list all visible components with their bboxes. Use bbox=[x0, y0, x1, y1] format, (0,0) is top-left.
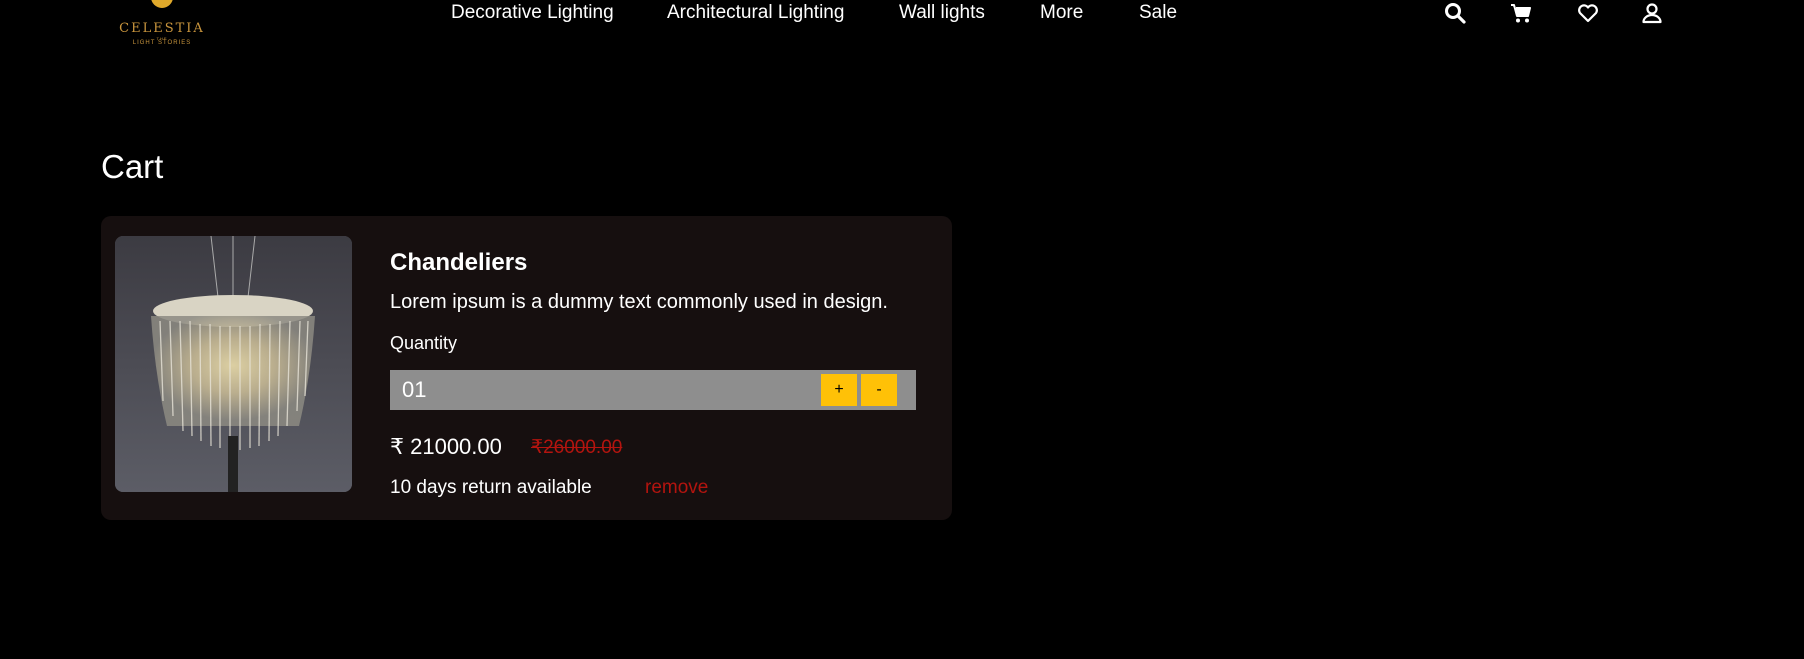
remove-item-link[interactable]: remove bbox=[645, 477, 708, 499]
brand-logo[interactable]: CELESTIA THE LIGHT STORIES bbox=[118, 0, 206, 54]
nav-item-more[interactable]: More bbox=[1040, 2, 1083, 24]
current-price: ₹ 21000.00 bbox=[390, 434, 502, 459]
quantity-increase-button[interactable]: + bbox=[821, 374, 857, 406]
logo-tagline-bottom: LIGHT STORIES bbox=[132, 40, 192, 46]
search-icon[interactable] bbox=[1443, 1, 1467, 25]
product-description: Lorem ipsum is a dummy text commonly use… bbox=[390, 291, 888, 313]
quantity-value[interactable]: 01 bbox=[402, 377, 426, 403]
nav-item-decorative-lighting[interactable]: Decorative Lighting bbox=[451, 2, 614, 24]
product-name: Chandeliers bbox=[390, 249, 528, 276]
return-policy-text: 10 days return available bbox=[390, 477, 592, 498]
nav-item-sale[interactable]: Sale bbox=[1139, 2, 1177, 24]
nav-item-wall-lights[interactable]: Wall lights bbox=[899, 2, 985, 24]
cart-icon[interactable] bbox=[1509, 1, 1533, 25]
logo-emblem-icon bbox=[151, 0, 173, 8]
quantity-label: Quantity bbox=[390, 333, 458, 353]
quantity-decrease-button[interactable]: - bbox=[861, 374, 897, 406]
product-image[interactable] bbox=[115, 236, 352, 492]
user-icon[interactable] bbox=[1640, 1, 1664, 25]
cart-item-card: Chandeliers Lorem ipsum is a dummy text … bbox=[101, 216, 952, 520]
quantity-stepper[interactable]: 01 + - bbox=[390, 370, 916, 410]
top-navbar: CELESTIA THE LIGHT STORIES Decorative Li… bbox=[0, 0, 1804, 60]
original-price: ₹26000.00 bbox=[531, 437, 623, 458]
logo-name: CELESTIA bbox=[119, 21, 205, 36]
nav-item-architectural-lighting[interactable]: Architectural Lighting bbox=[667, 2, 844, 24]
heart-icon[interactable] bbox=[1576, 1, 1600, 25]
page-title: Cart bbox=[101, 148, 164, 185]
